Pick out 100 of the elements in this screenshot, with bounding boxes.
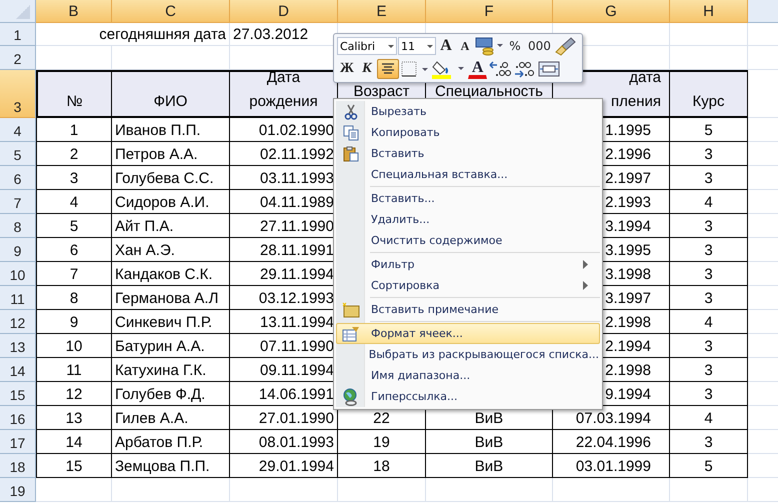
table-cell: 22.04.1996	[576, 434, 651, 451]
row-header[interactable]: 15	[0, 382, 36, 406]
italic-button[interactable]: К	[358, 59, 376, 79]
row-header[interactable]: 1	[0, 23, 36, 46]
table-cell: 29.01.1994	[258, 458, 334, 475]
table-cell: 27.11.1990	[260, 218, 334, 235]
scissors-icon	[343, 104, 359, 120]
column-header[interactable]: G	[553, 0, 670, 23]
table-cell: 07.11.1990	[260, 338, 334, 355]
table-cell: 14	[66, 434, 82, 451]
table-cell-text: Возраст	[353, 82, 410, 102]
row-header[interactable]: 17	[0, 430, 36, 454]
table-cell: 02.11.1992	[260, 146, 334, 163]
table-cell: 27.01.1990	[258, 410, 334, 427]
borders-icon[interactable]	[400, 59, 430, 79]
column-header[interactable]: D	[230, 0, 338, 23]
table-cell: Айт П.А.	[115, 218, 174, 235]
table-cell: 3	[704, 170, 713, 187]
table-cell: 13.11.1994	[260, 314, 334, 331]
table-cell: 3	[704, 218, 713, 235]
font-color-button[interactable]: A	[468, 59, 488, 79]
row-header[interactable]: 14	[0, 358, 36, 382]
table-cell: 2.1993	[605, 194, 651, 211]
table-cell: 4	[704, 410, 713, 427]
row-header[interactable]: 11	[0, 286, 36, 310]
paintbrush-icon[interactable]	[554, 36, 577, 56]
menu-item[interactable]: Вставить	[336, 143, 600, 164]
grow-font-button[interactable]: A	[437, 36, 455, 56]
menu-item[interactable]: Сортировка	[336, 275, 600, 296]
table-cell: 11	[66, 362, 82, 379]
currency-icon[interactable]	[475, 36, 505, 56]
bold-button[interactable]: Ж	[337, 59, 357, 79]
center-align-button[interactable]	[376, 59, 399, 79]
row-header[interactable]: 12	[0, 310, 36, 334]
menu-item[interactable]: Удалить...	[336, 209, 600, 230]
table-cell: Синкевич П.Р.	[115, 314, 212, 331]
merge-cells-icon[interactable]	[538, 59, 560, 79]
row-header[interactable]: 9	[0, 238, 36, 262]
table-cell: 29.11.1994	[260, 266, 334, 283]
table-cell: Голубева С.С.	[115, 170, 214, 187]
thousands-button[interactable]: 000	[525, 36, 554, 56]
column-header[interactable]: F	[426, 0, 553, 23]
row-header[interactable]: 7	[0, 190, 36, 214]
menu-item[interactable]: Гиперссылка...	[336, 386, 600, 407]
menu-item[interactable]: Вырезать	[336, 101, 600, 122]
table-cell: 18	[373, 458, 390, 475]
table-cell: ВиВ	[474, 410, 504, 427]
row-header[interactable]: 19	[0, 478, 36, 502]
menu-item[interactable]: Специальная вставка...	[336, 164, 600, 185]
table-cell: 4	[704, 194, 713, 211]
row-header[interactable]: 18	[0, 454, 36, 478]
table-cell: 4	[704, 314, 713, 331]
table-cell: Сидоров А.И.	[115, 194, 210, 211]
row-header[interactable]: 8	[0, 214, 36, 238]
row-header[interactable]: 2	[0, 46, 36, 70]
menu-item[interactable]: Очистить содержимое	[336, 230, 600, 251]
copy-icon	[343, 124, 359, 140]
table-cell: 27.03.2012	[233, 26, 308, 43]
row-header[interactable]: 6	[0, 166, 36, 190]
menu-item[interactable]: Формат ячеек...	[336, 323, 600, 344]
table-cell-text: №	[66, 92, 83, 112]
row-header[interactable]: 5	[0, 142, 36, 166]
menu-item[interactable]: Имя диапазона...	[336, 365, 600, 386]
submenu-arrow-icon	[583, 281, 589, 290]
table-cell: 5	[704, 458, 713, 475]
column-header[interactable]: C	[112, 0, 230, 23]
submenu-arrow-icon	[583, 260, 589, 269]
column-header[interactable]: B	[36, 0, 112, 23]
row-header[interactable]: 4	[0, 118, 36, 142]
table-cell: Батурин А.А.	[115, 338, 205, 355]
column-header[interactable]: H	[670, 0, 748, 23]
table-cell-text: Курс	[692, 92, 724, 112]
increase-decimal-icon[interactable]	[488, 59, 512, 79]
table-cell: 07.03.1994	[576, 410, 651, 427]
row-header[interactable]: 16	[0, 406, 36, 430]
menu-item[interactable]: Вставить...	[336, 188, 600, 209]
row-header[interactable]: 3	[0, 70, 36, 118]
table-cell: 03.11.1993	[260, 170, 334, 187]
table-cell: 2.1994	[605, 338, 651, 355]
percent-button[interactable]: %	[506, 36, 524, 56]
note-icon	[342, 302, 360, 318]
row-header[interactable]: 13	[0, 334, 36, 358]
table-cell: Гилев А.А.	[115, 410, 188, 427]
font-name-field[interactable]: Calibri	[337, 37, 397, 55]
column-header[interactable]: E	[338, 0, 426, 23]
table-cell-text: Специальность	[435, 82, 543, 102]
menu-item[interactable]: Выбрать из раскрывающегося списка...	[336, 344, 600, 365]
table-cell: 3	[704, 434, 713, 451]
table-cell: Германова А.Л	[115, 290, 218, 307]
row-header[interactable]: 10	[0, 262, 36, 286]
table-cell: 01.02.1990	[258, 122, 334, 139]
menu-item[interactable]: Копировать	[336, 122, 600, 143]
menu-item[interactable]: Фильтр	[336, 254, 600, 275]
table-cell: 5	[704, 122, 713, 139]
font-size-field[interactable]: 11	[398, 37, 436, 55]
table-cell: 03.12.1993	[258, 290, 334, 307]
table-cell: 10	[66, 338, 82, 355]
table-cell: 3	[704, 338, 713, 355]
menu-item[interactable]: Вставить примечание	[336, 299, 600, 320]
shrink-font-button[interactable]: A	[456, 36, 474, 56]
